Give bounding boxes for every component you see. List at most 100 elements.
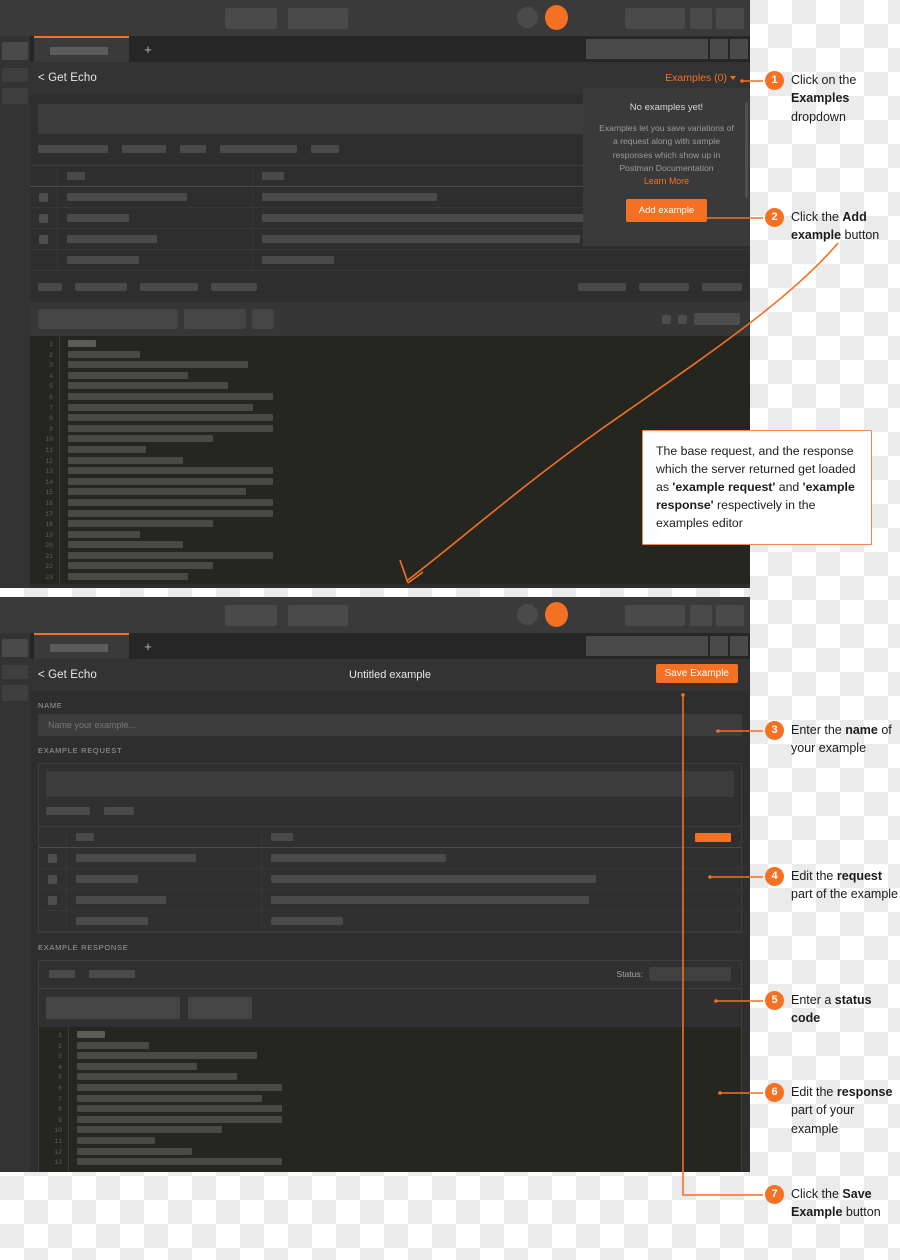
response-icon-1[interactable]: [662, 314, 671, 324]
response-subtab-body[interactable]: [49, 970, 75, 978]
row-checkbox[interactable]: [39, 890, 67, 910]
titlebar-action-block-2[interactable]: [690, 8, 712, 29]
row-key-cell[interactable]: [58, 208, 253, 228]
back-to-request-link[interactable]: < Get Echo: [38, 72, 97, 84]
learn-more-link[interactable]: Learn More: [597, 176, 736, 186]
example-subtab-headers[interactable]: [104, 807, 134, 815]
bulk-edit-button[interactable]: [695, 832, 731, 842]
example-subtab-params[interactable]: [46, 807, 90, 815]
new-tab-button-b[interactable]: +: [134, 633, 162, 659]
subtab-headers[interactable]: [180, 145, 206, 153]
titlebar-menu-block-1[interactable]: [225, 8, 277, 29]
row-value-cell[interactable]: [262, 875, 741, 883]
sidebar-ghost-2-b[interactable]: [2, 665, 28, 679]
editor-code-line: [77, 1073, 237, 1081]
subtab-authorization[interactable]: [122, 145, 166, 153]
row-checkbox[interactable]: [30, 229, 58, 249]
editor-line-number: 20: [45, 542, 53, 550]
footer-ghost-4[interactable]: [211, 283, 257, 291]
titlebar-action-block-3-b[interactable]: [716, 605, 744, 626]
titlebar-accent-circle[interactable]: [545, 5, 568, 30]
titlebar-avatar-circle[interactable]: [517, 7, 538, 28]
sidebar-ghost-3-b[interactable]: [2, 685, 28, 701]
response-format-select[interactable]: [184, 309, 246, 329]
footer-ghost-3[interactable]: [140, 283, 198, 291]
row-checkbox[interactable]: [30, 187, 58, 207]
table-row[interactable]: [39, 911, 741, 932]
footer-right-ghost-3[interactable]: [702, 283, 742, 291]
example-table-body: [39, 848, 741, 932]
new-tab-button[interactable]: +: [134, 36, 162, 62]
response-save-ghost[interactable]: [694, 313, 740, 325]
titlebar-avatar-circle-b[interactable]: [517, 604, 538, 625]
env-settings-button[interactable]: [730, 39, 748, 59]
env-selector-b[interactable]: [586, 636, 708, 656]
response-icon-2[interactable]: [678, 314, 687, 324]
row-key-cell[interactable]: [67, 890, 262, 910]
response-lang-select[interactable]: [188, 997, 252, 1019]
response-subtab-headers[interactable]: [89, 970, 135, 978]
step-4-badge: 4: [765, 867, 784, 886]
example-name-input[interactable]: Name your example...: [38, 714, 742, 736]
row-checkbox[interactable]: [30, 250, 58, 270]
footer-right-ghost-1[interactable]: [578, 283, 626, 291]
example-title: Untitled example: [349, 669, 431, 681]
footer-ghost-1[interactable]: [38, 283, 62, 291]
sidebar-ghost-1[interactable]: [2, 42, 28, 60]
row-value-cell[interactable]: [253, 256, 750, 264]
step-6: 6 Edit the response part of your example: [765, 1083, 900, 1138]
titlebar-menu-block-1-b[interactable]: [225, 605, 277, 626]
row-checkbox[interactable]: [39, 869, 67, 889]
sidebar-ghost-1-b[interactable]: [2, 639, 28, 657]
table-row[interactable]: [39, 869, 741, 890]
env-settings-button-b[interactable]: [730, 636, 748, 656]
step-1: 1 Click on the Examples dropdown: [765, 71, 900, 126]
row-key-cell[interactable]: [58, 229, 253, 249]
titlebar-accent-circle-b[interactable]: [545, 602, 568, 627]
tab-active-example[interactable]: [34, 633, 129, 659]
row-key-cell[interactable]: [67, 911, 262, 931]
titlebar-action-block-1[interactable]: [625, 8, 685, 29]
response-extra-button[interactable]: [252, 309, 274, 329]
subtab-body[interactable]: [220, 145, 297, 153]
example-url-input[interactable]: [46, 771, 734, 797]
subtab-tests[interactable]: [311, 145, 339, 153]
titlebar-menu-block-2[interactable]: [288, 8, 348, 29]
save-example-button[interactable]: Save Example: [655, 664, 738, 683]
titlebar-action-block-1-b[interactable]: [625, 605, 685, 626]
table-row[interactable]: [39, 890, 741, 911]
row-value-cell[interactable]: [262, 854, 741, 862]
subtab-params[interactable]: [38, 145, 108, 153]
env-selector[interactable]: [586, 39, 708, 59]
response-body-tab[interactable]: [38, 309, 178, 329]
row-value-cell[interactable]: [262, 896, 741, 904]
add-example-button[interactable]: Add example: [625, 199, 708, 223]
examples-dropdown[interactable]: Examples (0): [665, 72, 736, 84]
footer-ghost-2[interactable]: [75, 283, 127, 291]
tab-active-request[interactable]: [34, 36, 129, 62]
row-checkbox[interactable]: [39, 911, 67, 931]
status-code-input[interactable]: [649, 967, 731, 981]
table-row[interactable]: [39, 848, 741, 869]
request-title: Get Echo: [48, 72, 97, 84]
env-eye-button-b[interactable]: [710, 636, 728, 656]
row-checkbox[interactable]: [30, 208, 58, 228]
editor-line-number: 23: [45, 574, 53, 582]
row-key-cell[interactable]: [58, 250, 253, 270]
titlebar-menu-block-2-b[interactable]: [288, 605, 348, 626]
row-key-cell[interactable]: [67, 869, 262, 889]
titlebar-action-block-2-b[interactable]: [690, 605, 712, 626]
sidebar-ghost-2[interactable]: [2, 68, 28, 82]
row-value-cell[interactable]: [262, 917, 741, 925]
row-checkbox[interactable]: [39, 848, 67, 868]
row-key-cell[interactable]: [58, 187, 253, 207]
response-body-type[interactable]: [46, 997, 180, 1019]
titlebar-action-block-3[interactable]: [716, 8, 744, 29]
table-row[interactable]: [30, 250, 750, 271]
popover-scrollbar[interactable]: [745, 102, 748, 198]
sidebar-ghost-3[interactable]: [2, 88, 28, 104]
footer-right-ghost-2[interactable]: [639, 283, 689, 291]
env-eye-button[interactable]: [710, 39, 728, 59]
bottom-code-editor[interactable]: 1 2 3 4 5 6 7 8 9 10 11 12 13: [39, 1027, 741, 1172]
row-key-cell[interactable]: [67, 848, 262, 868]
